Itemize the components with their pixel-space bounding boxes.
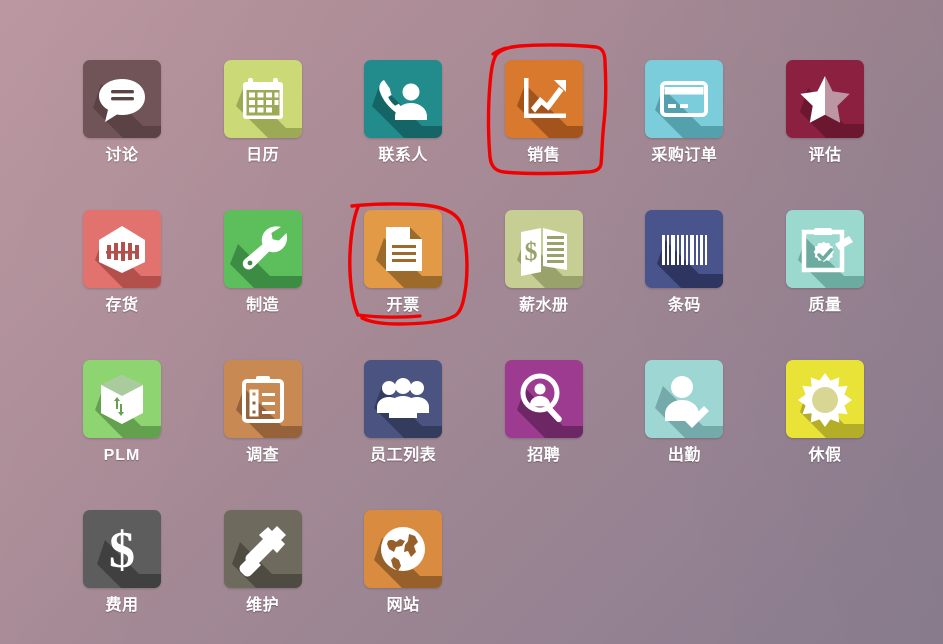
payroll-money-icon[interactable]: $ [504, 210, 583, 288]
app-tile[interactable]: 联系人 [364, 60, 443, 166]
app-tile[interactable]: 存货 [83, 210, 161, 316]
app-tile-label: 销售 [527, 147, 561, 164]
app-tile[interactable]: 员工列表 [364, 360, 443, 466]
app-tile-label: 条码 [667, 297, 701, 314]
app-tile-label: 休假 [808, 447, 842, 464]
app-tile-label: 调查 [246, 447, 280, 464]
app-tile-label: 采购订单 [651, 147, 718, 164]
app-tile[interactable]: 网站 [364, 510, 443, 616]
app-tile-label: 费用 [105, 597, 139, 614]
app-tile-label: PLM [103, 447, 141, 464]
app-tile[interactable]: 评估 [786, 60, 864, 166]
svg-text:$: $ [109, 522, 135, 579]
calendar-icon[interactable] [223, 60, 302, 138]
app-tile-label: 招聘 [527, 447, 561, 464]
app-tile-label: 维护 [246, 597, 280, 614]
app-tile[interactable]: PLM [83, 360, 161, 466]
hammer-icon[interactable] [223, 510, 302, 588]
app-tile-label: 开票 [386, 297, 420, 314]
app-tile-label: 讨论 [105, 147, 139, 164]
apps-home-screen: 讨论 日历 联系人 销售 采购订单 评估 存货 制造 开票 $ 薪水册 条码 质… [0, 0, 943, 644]
app-tile-label: 员工列表 [370, 447, 437, 464]
survey-clipboard-icon[interactable] [223, 360, 302, 438]
dollar-expense-icon[interactable]: $ [83, 510, 161, 588]
chat-bubble-icon[interactable] [83, 60, 161, 138]
app-tile[interactable]: 质量 [786, 210, 864, 316]
globe-website-icon[interactable] [364, 510, 443, 588]
app-tile-label: 制造 [246, 297, 280, 314]
quality-clipboard-icon[interactable] [786, 210, 864, 288]
app-tile[interactable]: 招聘 [504, 360, 583, 466]
svg-text:$: $ [524, 237, 537, 266]
app-tile[interactable]: 休假 [786, 360, 864, 466]
app-tile-label: 评估 [808, 147, 842, 164]
app-grid: 讨论 日历 联系人 销售 采购订单 评估 存货 制造 开票 $ 薪水册 条码 质… [0, 0, 943, 644]
employees-group-icon[interactable] [364, 360, 443, 438]
app-tile-label: 日历 [246, 147, 280, 164]
sun-leave-icon[interactable] [786, 360, 864, 438]
app-tile-label: 薪水册 [519, 297, 569, 314]
app-tile[interactable]: 销售 [504, 60, 583, 166]
app-tile[interactable]: 出勤 [645, 360, 724, 466]
app-tile[interactable]: 开票 [364, 210, 443, 316]
app-tile[interactable]: 制造 [223, 210, 302, 316]
recruit-search-icon[interactable] [504, 360, 583, 438]
sales-chart-icon[interactable] [504, 60, 583, 138]
contact-phone-icon[interactable] [364, 60, 443, 138]
wrench-icon[interactable] [223, 210, 302, 288]
app-tile-label: 联系人 [378, 147, 428, 164]
star-half-icon[interactable] [786, 60, 864, 138]
app-tile-label: 出勤 [667, 447, 701, 464]
app-tile-label: 存货 [105, 297, 139, 314]
attendance-check-icon[interactable] [645, 360, 724, 438]
app-tile[interactable]: 条码 [645, 210, 724, 316]
app-tile[interactable]: 讨论 [83, 60, 161, 166]
app-tile-label: 网站 [386, 597, 420, 614]
app-tile[interactable]: $ 费用 [83, 510, 161, 616]
plm-box-icon[interactable] [83, 360, 161, 438]
app-tile[interactable]: 采购订单 [645, 60, 724, 166]
app-tile[interactable]: 调查 [223, 360, 302, 466]
app-tile-label: 质量 [808, 297, 842, 314]
app-tile[interactable]: $ 薪水册 [504, 210, 583, 316]
warehouse-icon[interactable] [83, 210, 161, 288]
credit-card-icon[interactable] [645, 60, 724, 138]
app-tile[interactable]: 维护 [223, 510, 302, 616]
app-tile[interactable]: 日历 [223, 60, 302, 166]
invoice-document-icon[interactable] [364, 210, 443, 288]
barcode-icon[interactable] [645, 210, 724, 288]
